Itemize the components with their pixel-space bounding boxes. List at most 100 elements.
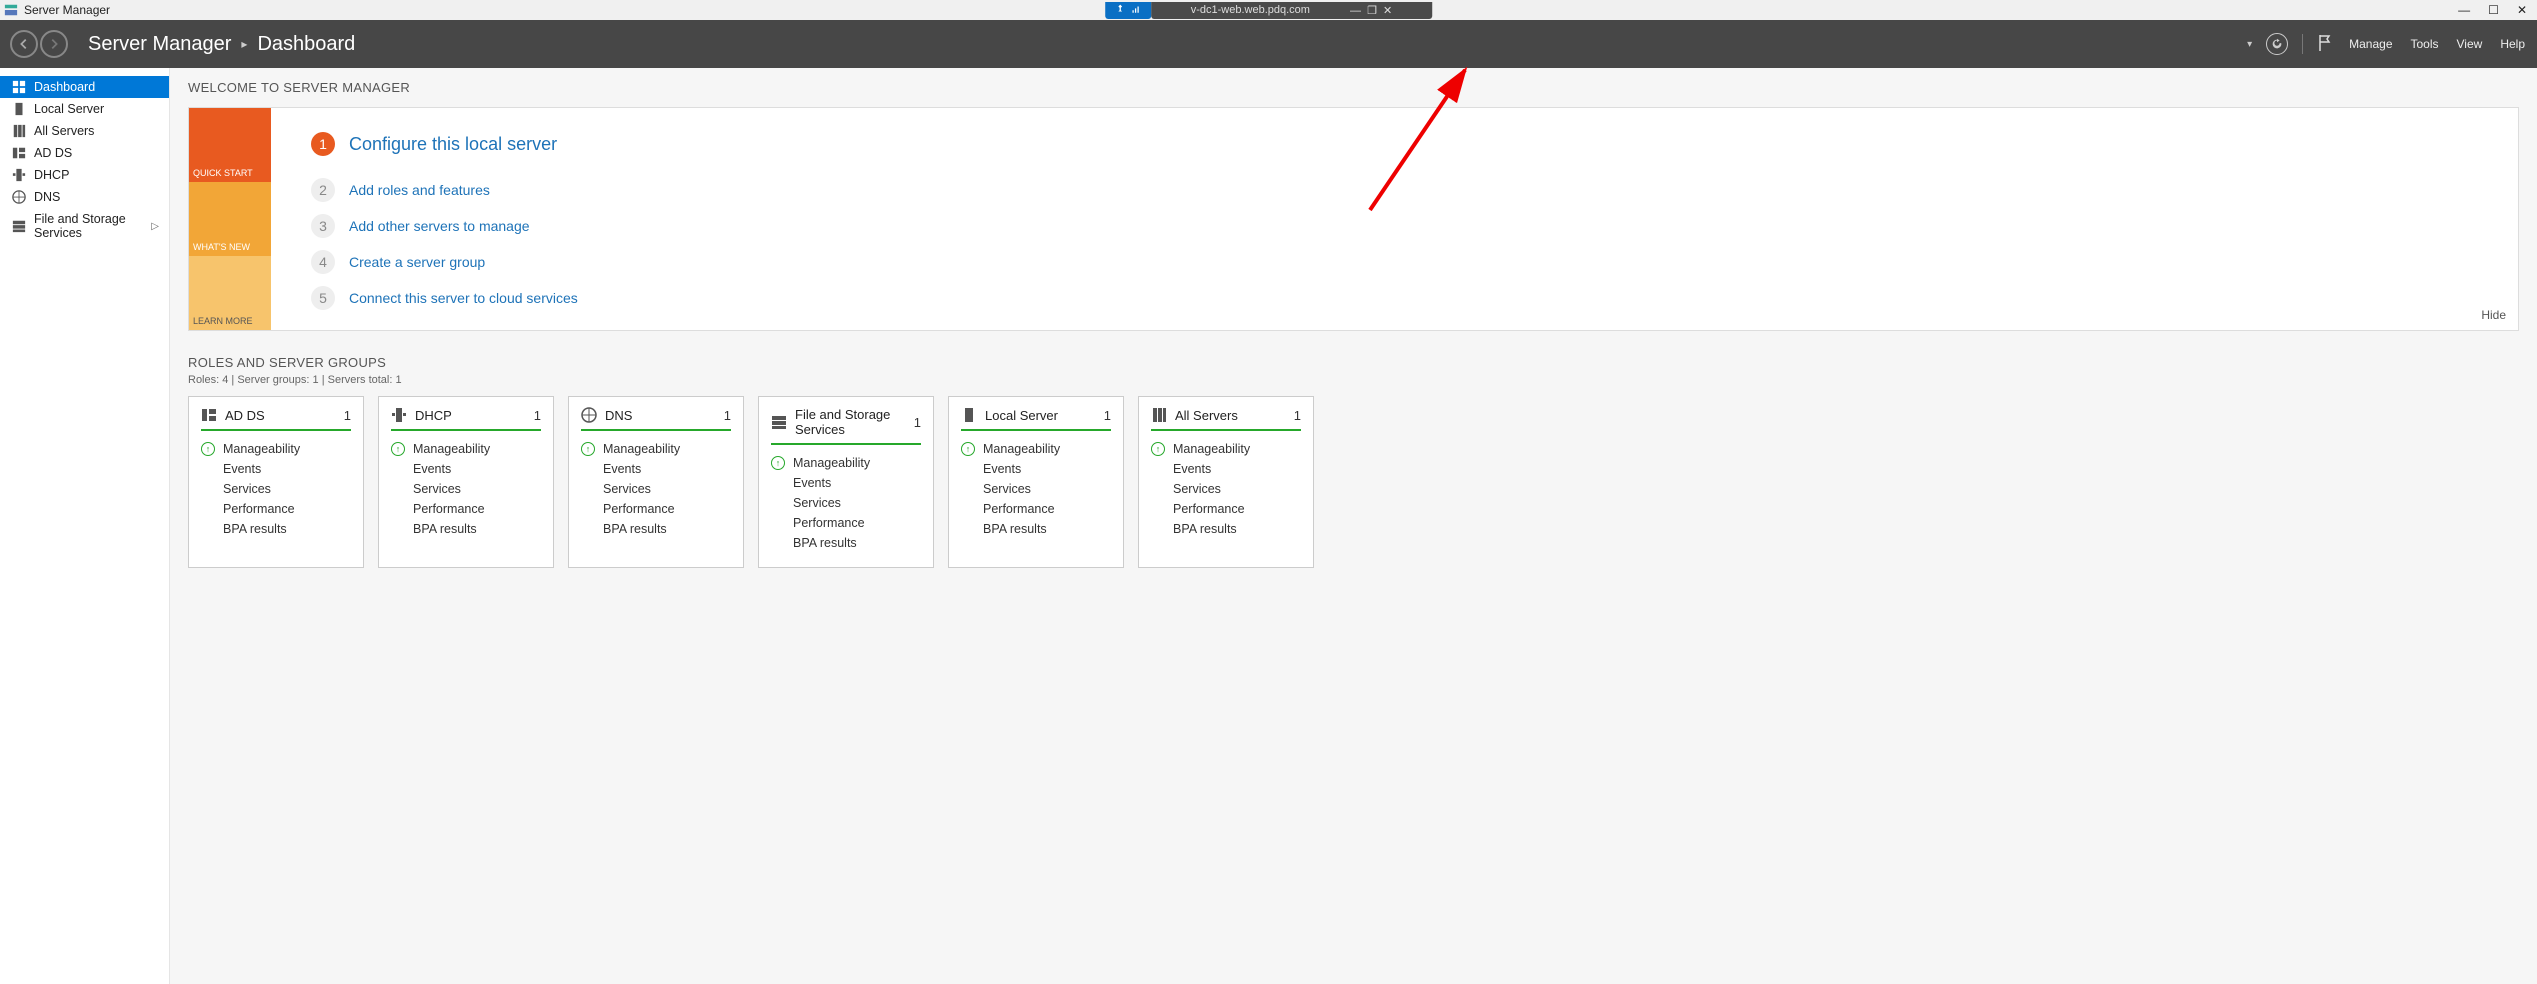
role-tile[interactable]: File and Storage Services 1 ↑Manageabili… [758,396,934,568]
nav-back-button[interactable] [10,30,38,58]
tile-row-performance[interactable]: Performance [391,499,541,519]
role-tile[interactable]: All Servers 1 ↑Manageability Events Serv… [1138,396,1314,568]
sidebar-item-label: Local Server [34,102,104,116]
step-label: Add roles and features [349,182,490,198]
sidebar-item-label: AD DS [34,146,72,160]
tile-row-bpa[interactable]: BPA results [391,519,541,539]
sidebar-item-file-storage[interactable]: File and Storage Services ▷ [0,208,169,244]
roles-title: ROLES AND SERVER GROUPS [188,355,2519,370]
sidebar-item-dhcp[interactable]: DHCP [0,164,169,186]
sidebar-item-local-server[interactable]: Local Server [0,98,169,120]
status-ok-icon: ↑ [391,442,405,456]
menu-help[interactable]: Help [2498,33,2527,55]
tile-row-events[interactable]: Events [581,459,731,479]
breadcrumb: Server Manager ▸ Dashboard [88,33,355,56]
tile-row-events[interactable]: Events [201,459,351,479]
remote-window-controls[interactable]: — ❐ ✕ [1350,4,1392,17]
tile-row-events[interactable]: Events [961,459,1111,479]
roles-subtitle: Roles: 4 | Server groups: 1 | Servers to… [188,374,2519,386]
tile-row-services[interactable]: Services [581,479,731,499]
tile-row-manageability[interactable]: ↑Manageability [391,439,541,459]
storage-icon [12,219,26,233]
close-button[interactable]: ✕ [2517,3,2527,17]
step-add-servers[interactable]: 3 Add other servers to manage [311,208,2496,244]
nav-forward-button[interactable] [40,30,68,58]
step-add-roles[interactable]: 2 Add roles and features [311,172,2496,208]
step-configure-local-server[interactable]: 1 Configure this local server [311,126,2496,162]
step-create-group[interactable]: 4 Create a server group [311,244,2496,280]
tile-row-events[interactable]: Events [771,473,921,493]
tile-title: DNS [605,408,716,423]
tile-row-bpa[interactable]: BPA results [201,519,351,539]
status-ok-icon: ↑ [581,442,595,456]
tile-row-manageability[interactable]: ↑Manageability [1151,439,1301,459]
sidebar-item-label: File and Storage Services [34,212,143,240]
tile-row-manageability[interactable]: ↑Manageability [771,453,921,473]
tile-row-events[interactable]: Events [1151,459,1301,479]
step-number: 2 [311,178,335,202]
tile-row-services[interactable]: Services [391,479,541,499]
tile-row-services[interactable]: Services [961,479,1111,499]
sidebar-item-dashboard[interactable]: Dashboard [0,76,169,98]
tile-row-manageability[interactable]: ↑Manageability [961,439,1111,459]
tab-learn-more[interactable]: LEARN MORE [189,256,271,330]
remote-pin-tab[interactable] [1105,2,1151,19]
tile-row-bpa[interactable]: BPA results [581,519,731,539]
remote-host-text: v-dc1-web.web.pdq.com [1191,4,1310,16]
tile-row-manageability[interactable]: ↑Manageability [201,439,351,459]
tile-count: 1 [1104,408,1111,423]
role-tile[interactable]: DHCP 1 ↑Manageability Events Services Pe… [378,396,554,568]
step-number: 5 [311,286,335,310]
menu-manage[interactable]: Manage [2347,33,2394,55]
breadcrumb-page: Dashboard [257,33,355,56]
tile-status-bar [771,443,921,445]
sidebar-item-adds[interactable]: AD DS [0,142,169,164]
sidebar-item-all-servers[interactable]: All Servers [0,120,169,142]
tile-row-performance[interactable]: Performance [201,499,351,519]
role-tile[interactable]: Local Server 1 ↑Manageability Events Ser… [948,396,1124,568]
tab-whats-new[interactable]: WHAT'S NEW [189,182,271,256]
tile-row-bpa[interactable]: BPA results [961,519,1111,539]
tab-quick-start[interactable]: QUICK START [189,108,271,182]
tile-icon [391,407,407,423]
step-label: Create a server group [349,254,485,270]
tile-row-performance[interactable]: Performance [771,513,921,533]
step-label: Configure this local server [349,134,557,155]
tile-row-performance[interactable]: Performance [581,499,731,519]
step-cloud-services[interactable]: 5 Connect this server to cloud services [311,280,2496,316]
tile-row-bpa[interactable]: BPA results [1151,519,1301,539]
maximize-button[interactable]: ☐ [2488,3,2499,17]
tile-row-performance[interactable]: Performance [961,499,1111,519]
refresh-button[interactable] [2266,33,2288,55]
roles-tiles: AD DS 1 ↑Manageability Events Services P… [188,396,2519,568]
tab-label: WHAT'S NEW [193,242,250,252]
dns-icon [12,190,26,204]
role-tile[interactable]: AD DS 1 ↑Manageability Events Services P… [188,396,364,568]
step-number: 1 [311,132,335,156]
tile-row-manageability[interactable]: ↑Manageability [581,439,731,459]
minimize-button[interactable]: — [2458,3,2470,17]
breadcrumb-root[interactable]: Server Manager [88,33,231,56]
dropdown-caret-icon[interactable]: ▾ [2247,39,2252,50]
tab-label: QUICK START [193,168,253,178]
tile-status-bar [961,429,1111,431]
tile-row-performance[interactable]: Performance [1151,499,1301,519]
tile-row-services[interactable]: Services [201,479,351,499]
hide-link[interactable]: Hide [2481,308,2506,322]
window-title: Server Manager [24,3,110,17]
role-tile[interactable]: DNS 1 ↑Manageability Events Services Per… [568,396,744,568]
notifications-flag-icon[interactable] [2317,33,2333,56]
sidebar-item-label: All Servers [34,124,94,138]
tile-row-bpa[interactable]: BPA results [771,533,921,553]
menu-tools[interactable]: Tools [2409,33,2441,55]
tile-status-bar [1151,429,1301,431]
tab-label: LEARN MORE [193,316,253,326]
header-bar: Server Manager ▸ Dashboard ▾ Manage Tool… [0,20,2537,68]
sidebar-item-dns[interactable]: DNS [0,186,169,208]
tile-title: DHCP [415,408,526,423]
tile-row-services[interactable]: Services [771,493,921,513]
tile-title: Local Server [985,408,1096,423]
tile-row-services[interactable]: Services [1151,479,1301,499]
menu-view[interactable]: View [2455,33,2485,55]
tile-row-events[interactable]: Events [391,459,541,479]
